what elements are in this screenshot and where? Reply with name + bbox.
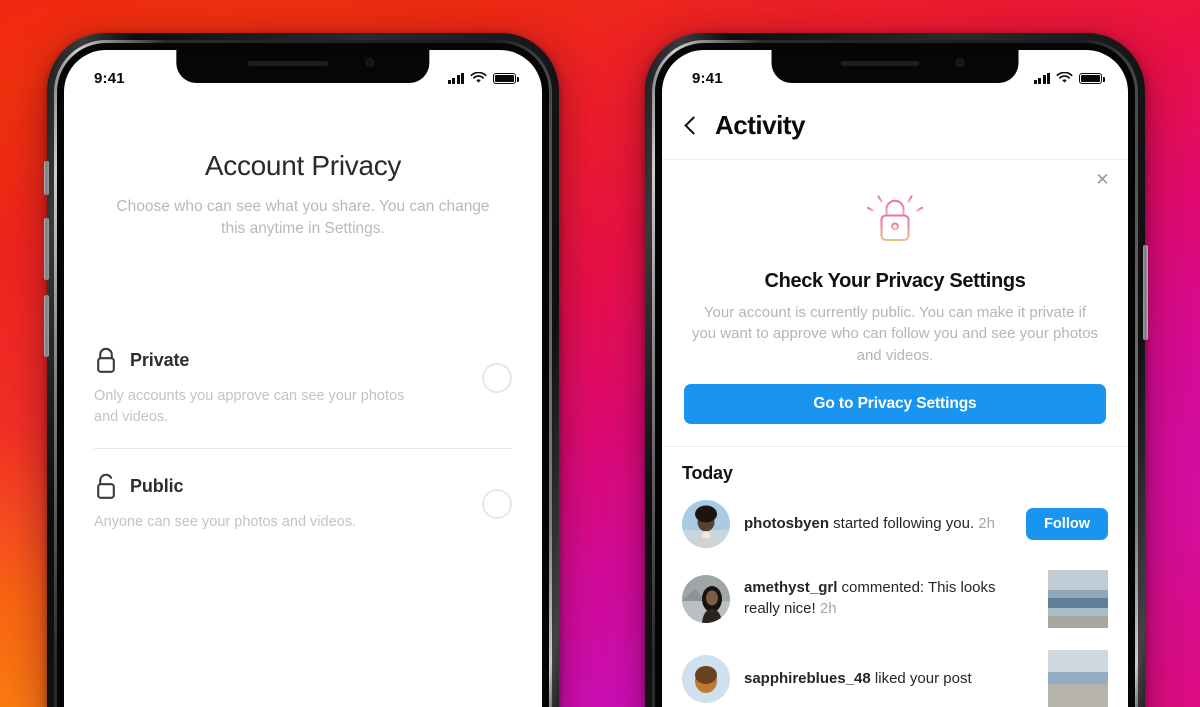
radio-public[interactable] (482, 488, 512, 519)
status-indicators (1033, 72, 1105, 84)
privacy-settings-card: ✕ Check Your Privacy Settings Your accou… (662, 160, 1128, 447)
feed-time: 2h (819, 599, 837, 617)
left-phone-screen: 9:41 Account Privacy Choose who can see … (64, 50, 542, 707)
option-private-heading: Private (94, 347, 464, 374)
privacy-card-body: Your account is currently public. You ca… (691, 304, 1099, 364)
wifi-icon (1056, 72, 1073, 83)
feed-username[interactable]: amethyst_grl (744, 579, 837, 596)
option-private-label: Private (130, 350, 190, 371)
page-title: Activity (715, 110, 805, 140)
feed-username[interactable]: photosbyen (744, 515, 829, 532)
privacy-options-list: Private Only accounts you approve can se… (94, 345, 512, 550)
volume-down-button[interactable] (44, 295, 49, 357)
left-phone-mockup: 9:41 Account Privacy Choose who can see … (44, 33, 559, 707)
list-item[interactable]: amethyst_grl commented: This looks reall… (682, 569, 1108, 628)
feed-action: started following you. (833, 514, 975, 532)
status-bar: 9:41 (64, 50, 542, 98)
avatar[interactable] (682, 574, 730, 623)
cellular-bars-icon (447, 72, 464, 84)
lock-open-icon (97, 473, 115, 499)
list-item[interactable]: photosbyen started following you. 2h Fol… (682, 499, 1108, 548)
option-row-private[interactable]: Private Only accounts you approve can se… (94, 345, 512, 445)
option-public-text: Public Anyone can see your photos and vi… (94, 473, 482, 533)
privacy-card-heading: Check Your Privacy Settings (764, 270, 1026, 292)
option-public-description: Anyone can see your photos and videos. (94, 513, 356, 530)
radio-private[interactable] (482, 363, 512, 394)
power-button[interactable] (1143, 245, 1148, 340)
feed-action: liked your post (874, 669, 972, 687)
follow-button[interactable]: Follow (1026, 507, 1108, 540)
feed-username[interactable]: sapphireblues_48 (744, 670, 871, 687)
option-row-public[interactable]: Public Anyone can see your photos and vi… (94, 471, 512, 551)
list-item-text: amethyst_grl commented: This looks reall… (744, 578, 1034, 619)
wifi-icon (470, 72, 487, 83)
close-icon[interactable]: ✕ (1095, 171, 1110, 188)
option-public-label: Public (130, 475, 184, 496)
activity-feed: Today photosbyen started following you. … (662, 447, 1128, 707)
mute-switch-button[interactable] (44, 161, 49, 195)
right-phone-mockup: 9:41 Activity ✕ Check Your Privacy Setti… (645, 33, 1148, 707)
volume-up-button[interactable] (44, 218, 49, 280)
activity-header: Activity (662, 98, 1128, 160)
feed-time: 2h (978, 514, 995, 532)
list-item[interactable]: sapphireblues_48 liked your post (682, 649, 1108, 707)
battery-full-icon (1079, 72, 1105, 84)
avatar[interactable] (682, 499, 730, 548)
sparkling-padlock-icon (684, 186, 1106, 256)
post-thumbnail[interactable] (1048, 649, 1108, 707)
feed-day-label: Today (682, 462, 733, 483)
right-phone-screen: 9:41 Activity ✕ Check Your Privacy Setti… (662, 50, 1128, 707)
option-private-description: Only accounts you approve can see your p… (94, 388, 405, 425)
lock-closed-icon (97, 348, 115, 374)
avatar[interactable] (682, 654, 730, 703)
status-time: 9:41 (692, 69, 723, 87)
option-private-text: Private Only accounts you approve can se… (94, 347, 482, 427)
page-subtitle: Choose who can see what you share. You c… (116, 198, 490, 237)
post-thumbnail[interactable] (1048, 569, 1108, 628)
go-to-privacy-settings-button[interactable]: Go to Privacy Settings (684, 383, 1106, 424)
chevron-left-icon[interactable] (684, 116, 703, 135)
account-privacy-panel: Account Privacy Choose who can see what … (64, 98, 542, 550)
battery-full-icon (493, 72, 519, 84)
cellular-bars-icon (1033, 72, 1050, 84)
status-time: 9:41 (94, 69, 125, 87)
status-indicators (447, 72, 519, 84)
list-item-text: sapphireblues_48 liked your post (744, 669, 1034, 690)
list-item-text: photosbyen started following you. 2h (744, 514, 1012, 535)
page-title: Account Privacy (204, 150, 402, 181)
option-public-heading: Public (94, 473, 464, 500)
status-bar: 9:41 (662, 50, 1128, 98)
options-divider (94, 447, 512, 449)
